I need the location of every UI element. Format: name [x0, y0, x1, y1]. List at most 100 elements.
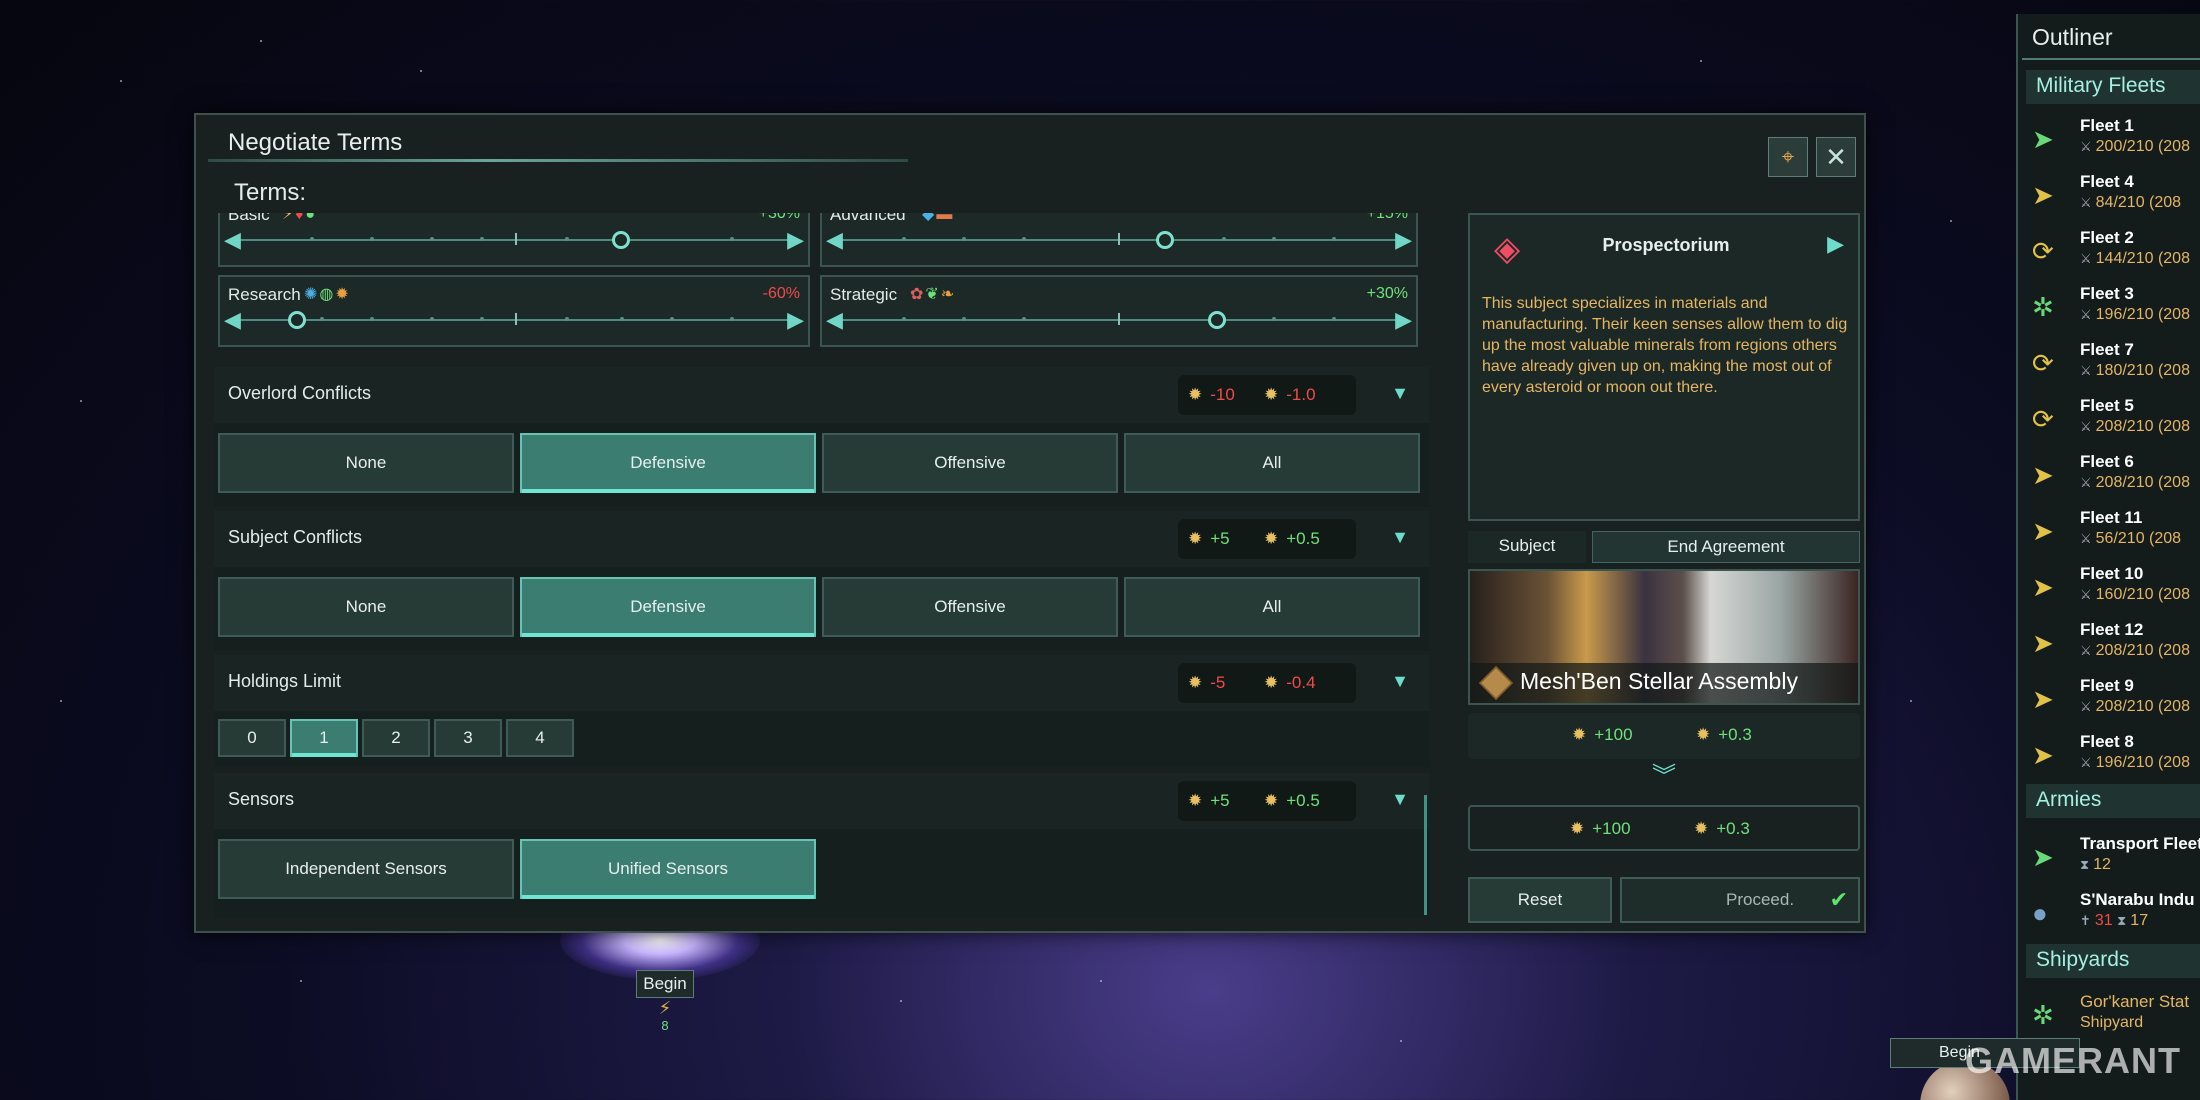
influence-upkeep-icon: ✹	[1264, 385, 1279, 404]
section-header[interactable]: Overlord Conflicts ✹ -10 ✹ -1.0 ▼	[214, 367, 1429, 423]
subject-type-box: ◈ Prospectorium ▶ This subject specializ…	[1468, 213, 1860, 521]
option-none[interactable]: None	[218, 433, 514, 493]
fleet-item[interactable]: ➤ Fleet 11 ⚔ 56/210 (208	[2026, 506, 2200, 560]
slider-label: Advanced	[830, 213, 906, 224]
resource-icons: ✺◍✹	[304, 286, 351, 303]
option-1[interactable]: 1	[290, 719, 358, 757]
fleet-item[interactable]: ➤ Fleet 12 ⚔ 208/210 (208	[2026, 618, 2200, 672]
slider-strategic[interactable]: Strategic ✿❦❧ +30% ◀ ▶	[820, 275, 1418, 347]
subject-totals: ✹ +100 ✹ +0.3	[1468, 713, 1860, 759]
option-2[interactable]: 2	[362, 719, 430, 757]
fleet-item[interactable]: ➤ Fleet 10 ⚔ 160/210 (208	[2026, 562, 2200, 616]
fleet-item[interactable]: ➤ Fleet 9 ⚔ 208/210 (208	[2026, 674, 2200, 728]
fleet-item[interactable]: ⟳ Fleet 5 ⚔ 208/210 (208	[2026, 394, 2200, 448]
option-0[interactable]: 0	[218, 719, 286, 757]
slider-knob[interactable]	[1208, 311, 1226, 329]
chevron-down-icon[interactable]: ▼	[1391, 527, 1409, 548]
fleet-item[interactable]: ➤ Fleet 1 ⚔ 200/210 (208	[2026, 114, 2200, 168]
option-offensive[interactable]: Offensive	[822, 433, 1118, 493]
tab-end-agreement[interactable]: End Agreement	[1592, 531, 1860, 563]
section-title: Holdings Limit	[228, 671, 342, 691]
option-unified-sensors[interactable]: Unified Sensors	[520, 839, 816, 899]
army-item[interactable]: ● S'Narabu Indu ✝ 31 ⧗ 17	[2026, 888, 2200, 942]
influence-icon: ✹	[1188, 791, 1203, 810]
begin-count: 8	[661, 1018, 669, 1033]
option-defensive[interactable]: Defensive	[520, 577, 816, 637]
army-item[interactable]: ➤ Transport Fleet ⧗ 12	[2026, 832, 2200, 886]
map-begin-marker[interactable]: Begin ⚡ 8	[628, 970, 702, 1033]
fleet-icon: ⟳	[2032, 348, 2054, 378]
slider-right-arrow-icon[interactable]: ▶	[787, 307, 804, 333]
next-arrow-icon[interactable]: ▶	[1827, 231, 1844, 257]
slider-research[interactable]: Research ✺◍✹ -60% ◀ ▶	[218, 275, 810, 347]
close-button[interactable]: ✕	[1816, 137, 1856, 177]
armies-header[interactable]: Armies	[2026, 784, 2200, 818]
slider-knob[interactable]	[1156, 231, 1174, 249]
slider-basic[interactable]: Basic ⚡♦● +30% ◀ ▶	[218, 213, 810, 267]
option-all[interactable]: All	[1124, 433, 1420, 493]
fleet-item[interactable]: ➤ Fleet 8 ⚔ 196/210 (208	[2026, 730, 2200, 784]
influence-cost: ✹ -5	[1188, 673, 1226, 692]
chevron-down-icon[interactable]: ▼	[1391, 789, 1409, 810]
section-subject-conflicts: Subject Conflicts ✹ +5 ✹ +0.5 ▼ None Defen…	[214, 511, 1429, 651]
option-independent-sensors[interactable]: Independent Sensors	[218, 839, 514, 899]
slider-right-arrow-icon[interactable]: ▶	[1395, 227, 1412, 253]
influence-upkeep-icon: ✹	[1696, 725, 1711, 744]
section-title: Subject Conflicts	[228, 527, 363, 547]
slider-knob[interactable]	[288, 311, 306, 329]
fleet-icon: ➤	[2032, 740, 2054, 770]
camera-focus-button[interactable]: ⌖	[1768, 137, 1808, 177]
fleet-item[interactable]: ✲ Fleet 3 ⚔ 196/210 (208	[2026, 282, 2200, 336]
slider-left-arrow-icon[interactable]: ◀	[224, 307, 241, 333]
option-offensive[interactable]: Offensive	[822, 577, 1118, 637]
chevron-down-icon[interactable]: ▼	[1391, 671, 1409, 692]
empire-name: Mesh'Ben Stellar Assembly	[1520, 668, 1798, 694]
double-chevron-down-icon: ︾	[1652, 763, 1676, 790]
slider-right-arrow-icon[interactable]: ▶	[787, 227, 804, 253]
section-title: Sensors	[228, 789, 295, 809]
slider-track[interactable]	[234, 319, 794, 321]
option-defensive[interactable]: Defensive	[520, 433, 816, 493]
fleet-item[interactable]: ➤ Fleet 4 ⚔ 84/210 (208	[2026, 170, 2200, 224]
fleet-item[interactable]: ➤ Fleet 6 ⚔ 208/210 (208	[2026, 450, 2200, 504]
proceed-button[interactable]: Proceed. ✔	[1620, 877, 1860, 923]
slider-right-arrow-icon[interactable]: ▶	[1395, 307, 1412, 333]
option-all[interactable]: All	[1124, 577, 1420, 637]
slider-track[interactable]	[234, 239, 794, 241]
watermark: GAMERANT	[1965, 1040, 2181, 1081]
slider-left-arrow-icon[interactable]: ◀	[826, 307, 843, 333]
section-header[interactable]: Holdings Limit ✹ -5 ✹ -0.4 ▼	[214, 655, 1429, 711]
fleet-item[interactable]: ⟳ Fleet 2 ⚔ 144/210 (208	[2026, 226, 2200, 280]
shipyards-header[interactable]: Shipyards	[2026, 944, 2200, 978]
reset-button[interactable]: Reset	[1468, 877, 1612, 923]
window-titlebar: Negotiate Terms	[208, 119, 908, 162]
fleet-power-icon: ⚔	[2080, 587, 2092, 602]
slider-advanced[interactable]: Advanced ◆▬ +15% ◀ ▶	[820, 213, 1418, 267]
resource-icons: ⚡♦●	[282, 213, 318, 223]
influence-upkeep: ✹ -1.0	[1264, 385, 1316, 404]
section-header[interactable]: Subject Conflicts ✹ +5 ✹ +0.5 ▼	[214, 511, 1429, 567]
transport-icon: ➤	[2032, 842, 2054, 872]
slider-left-arrow-icon[interactable]: ◀	[826, 227, 843, 253]
slider-left-arrow-icon[interactable]: ◀	[224, 227, 241, 253]
empire-portrait[interactable]: Mesh'Ben Stellar Assembly	[1468, 569, 1860, 705]
begin-button[interactable]: Begin	[636, 970, 694, 998]
influence-upkeep-icon: ✹	[1264, 529, 1279, 548]
fleet-item[interactable]: ⟳ Fleet 7 ⚔ 180/210 (208	[2026, 338, 2200, 392]
fleet-icon: ➤	[2032, 460, 2054, 490]
agreement-totals: ✹ +100 ✹ +0.3	[1468, 805, 1860, 851]
slider-knob[interactable]	[612, 231, 630, 249]
scrollbar[interactable]	[1424, 795, 1427, 915]
military-fleets-header[interactable]: Military Fleets	[2026, 70, 2200, 104]
shipyard-item[interactable]: ✲ Gor'kaner Stat Shipyard	[2026, 990, 2200, 1044]
chevron-down-icon[interactable]: ▼	[1391, 383, 1409, 404]
subject-type-name: Prospectorium	[1602, 235, 1730, 255]
tab-subject[interactable]: Subject	[1468, 531, 1586, 563]
section-header[interactable]: Sensors ✹ +5 ✹ +0.5 ▼	[214, 773, 1429, 829]
fleet-icon: ➤	[2032, 516, 2054, 546]
fleet-power-icon: ⚔	[2080, 195, 2092, 210]
option-4[interactable]: 4	[506, 719, 574, 757]
section-title: Overlord Conflicts	[228, 383, 372, 403]
option-3[interactable]: 3	[434, 719, 502, 757]
option-none[interactable]: None	[218, 577, 514, 637]
